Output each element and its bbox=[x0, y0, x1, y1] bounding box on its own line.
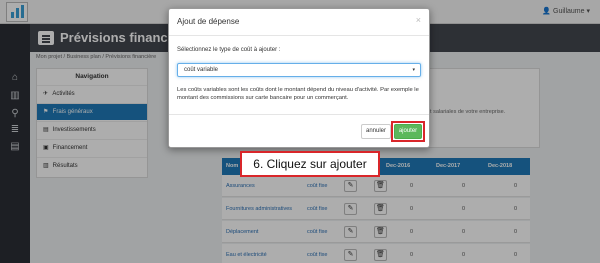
divider bbox=[169, 114, 429, 115]
cancel-button[interactable]: annuler bbox=[361, 124, 391, 139]
cost-type-label: Sélectionnez le type de coût à ajouter : bbox=[177, 47, 281, 53]
close-icon[interactable]: × bbox=[416, 15, 421, 25]
cost-type-description: Les coûts variables sont les coûts dont … bbox=[177, 87, 419, 101]
add-button[interactable]: ajouter bbox=[394, 124, 422, 139]
instruction-callout: 6. Cliquez sur ajouter bbox=[240, 151, 380, 177]
highlight-frame: ajouter bbox=[391, 121, 425, 142]
cost-type-select[interactable]: coût variable ▾ bbox=[177, 63, 421, 77]
add-expense-modal: Ajout de dépense × Sélectionnez le type … bbox=[168, 8, 430, 148]
divider bbox=[169, 35, 429, 36]
chevron-down-icon: ▾ bbox=[412, 67, 415, 73]
cost-type-value: coût variable bbox=[184, 67, 219, 73]
modal-title: Ajout de dépense bbox=[177, 17, 240, 26]
